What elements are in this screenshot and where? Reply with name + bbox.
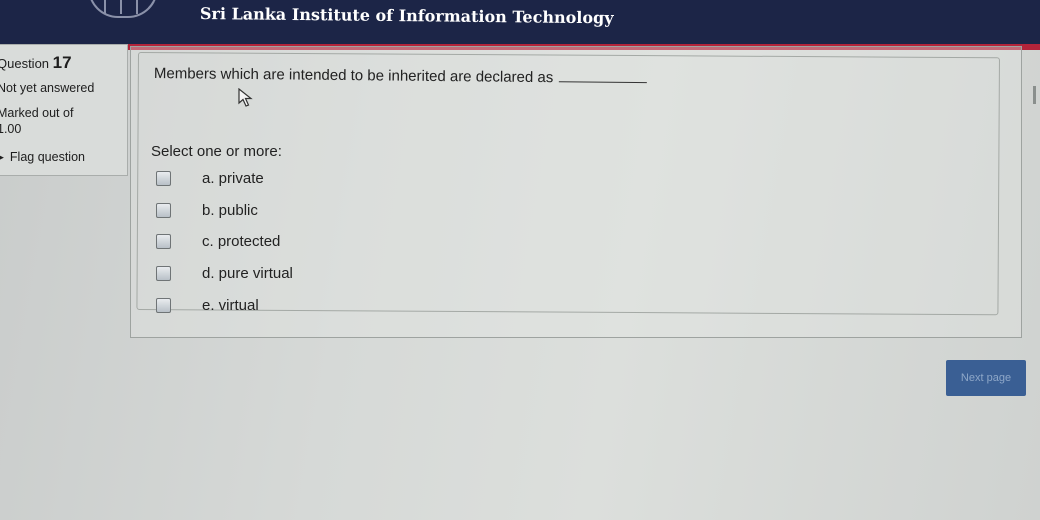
option-a[interactable]: a. private (156, 170, 264, 187)
option-e-label[interactable]: e. virtual (202, 297, 259, 314)
marks-value: 1.00 (0, 122, 22, 136)
marks-info: Marked out of 1.00 (0, 105, 97, 137)
option-b-label[interactable]: b. public (202, 202, 258, 219)
flag-question-label: Flag question (9, 150, 85, 164)
option-d-checkbox[interactable] (156, 266, 171, 281)
option-b[interactable]: b. public (156, 202, 258, 219)
option-c-label[interactable]: c. protected (202, 233, 280, 250)
option-b-checkbox[interactable] (156, 203, 171, 218)
question-number: Question 17 (0, 53, 72, 73)
option-c[interactable]: c. protected (156, 233, 280, 250)
option-d-label[interactable]: d. pure virtual (202, 265, 293, 282)
option-e[interactable]: e. virtual (156, 297, 259, 314)
option-c-checkbox[interactable] (156, 234, 171, 249)
question-state: Not yet answered (0, 81, 95, 95)
flag-question-link[interactable]: ▶ Flag question (0, 150, 85, 164)
flag-icon: ▶ (0, 151, 4, 162)
question-number-prefix: Question (0, 56, 50, 71)
option-a-label[interactable]: a. private (202, 170, 264, 187)
next-page-button[interactable]: Next page (946, 360, 1026, 396)
drag-handle-icon[interactable] (1033, 86, 1040, 104)
question-info-block: Question 17 Not yet answered Marked out … (0, 44, 128, 176)
option-d[interactable]: d. pure virtual (156, 265, 293, 282)
site-header: Sri Lanka Institute of Information Techn… (0, 0, 1040, 50)
select-prompt: Select one or more: (151, 143, 282, 160)
option-e-checkbox[interactable] (156, 298, 171, 313)
mouse-cursor-icon (238, 88, 253, 107)
question-number-value: 17 (52, 53, 72, 72)
site-title: Sri Lanka Institute of Information Techn… (199, 4, 614, 28)
option-a-checkbox[interactable] (156, 171, 171, 186)
marked-out-of-label: Marked out of (0, 106, 74, 120)
answer-blank (559, 81, 648, 84)
university-logo-icon (88, 0, 158, 18)
